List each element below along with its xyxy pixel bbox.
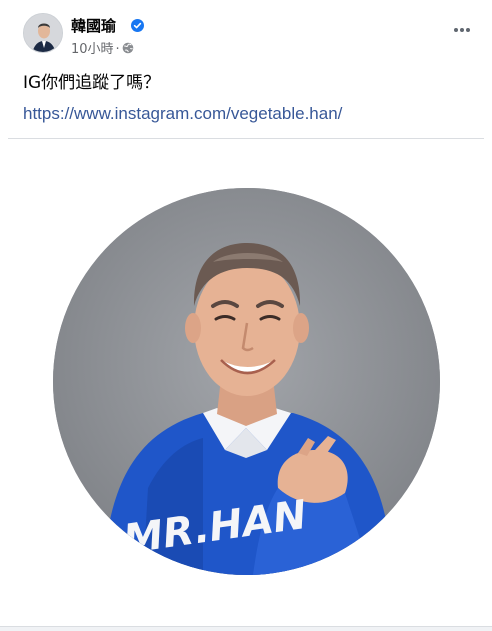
post-message: IG你們追蹤了嗎？ <box>23 73 161 93</box>
more-options-button[interactable] <box>449 17 475 43</box>
author-avatar[interactable] <box>23 13 63 53</box>
post-header: 韓國瑜 10小時 · <box>23 13 483 63</box>
post-card: 韓國瑜 10小時 · IG你們追蹤了嗎？ https://www.instagr… <box>0 0 492 627</box>
post-meta: 10小時 · <box>71 38 134 57</box>
meta-separator: · <box>115 42 120 57</box>
globe-icon[interactable] <box>122 42 134 54</box>
instagram-link[interactable]: https://www.instagram.com/vegetable.han/ <box>23 104 342 124</box>
profile-photo: MR.HAN <box>53 188 440 575</box>
author-name[interactable]: 韓國瑜 <box>71 15 116 36</box>
post-timestamp[interactable]: 10小時 <box>71 42 114 57</box>
verified-badge-icon <box>131 19 144 32</box>
post-media[interactable]: MR.HAN <box>8 139 484 625</box>
more-horizontal-icon <box>454 28 470 32</box>
